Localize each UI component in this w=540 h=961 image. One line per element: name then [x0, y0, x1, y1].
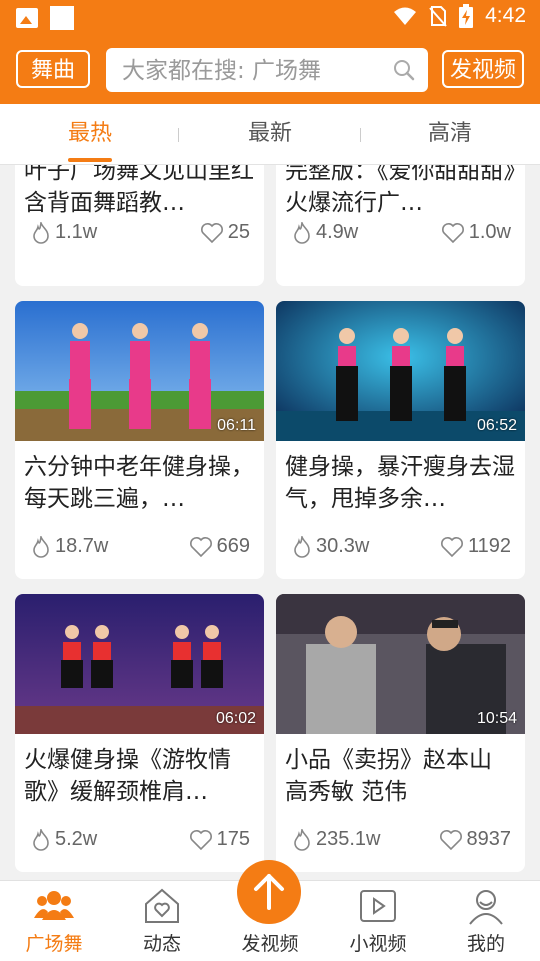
flame-icon: [33, 828, 49, 851]
play-box-icon: [360, 890, 396, 922]
flame-icon: [33, 221, 49, 244]
nav-feed[interactable]: 动态: [108, 881, 216, 961]
flame-icon: [294, 221, 310, 244]
view-count: 235.1w: [316, 828, 381, 850]
nav-mine[interactable]: 我的: [432, 881, 540, 961]
active-tab-indicator: [68, 158, 112, 162]
status-bar: 4:42: [0, 0, 540, 36]
video-stats: 1.1w 25: [15, 221, 264, 249]
nav-label: 小视频: [349, 933, 407, 955]
heart-icon: [439, 829, 462, 850]
flame-icon: [294, 535, 310, 558]
notification-square-icon: [50, 6, 74, 30]
people-icon: [34, 891, 74, 920]
view-count: 18.7w: [55, 535, 109, 557]
dance-music-button[interactable]: 舞曲: [16, 50, 90, 88]
video-card[interactable]: 10:54 小品《卖拐》赵本山 高秀敏 范伟 235.1w 8937: [276, 594, 525, 872]
like-count: 1192: [467, 535, 511, 557]
nav-label: 发视频: [241, 933, 299, 955]
like-count: 25: [227, 221, 250, 243]
post-video-fab[interactable]: [237, 860, 301, 924]
feed-tabs: 最热 最新 高清: [0, 104, 540, 165]
no-sim-icon: [429, 6, 447, 27]
video-feed[interactable]: 叶子广场舞又见山里红 含背面舞蹈教… 1.1w 25 完整版：《爱你甜甜甜》火爆…: [0, 165, 540, 880]
nav-label: 广场舞: [25, 933, 83, 955]
view-count: 4.9w: [316, 221, 359, 243]
like-count: 8937: [466, 828, 512, 850]
like-count: 669: [216, 535, 250, 557]
tab-divider: [178, 128, 179, 142]
heart-icon: [189, 536, 212, 557]
video-card[interactable]: 06:52 健身操，暴汗瘦身去湿气，甩掉多余… 30.3w 1192: [276, 301, 525, 579]
top-bar: 舞曲 发视频: [0, 36, 540, 104]
video-card[interactable]: 叶子广场舞又见山里红 含背面舞蹈教… 1.1w 25: [15, 165, 264, 286]
video-title[interactable]: 完整版：《爱你甜甜甜》火爆流行广…: [285, 165, 517, 219]
like-button[interactable]: 8937: [439, 828, 512, 851]
heart-icon: [440, 536, 463, 557]
search-box[interactable]: [106, 48, 428, 92]
like-button[interactable]: 1192: [440, 535, 511, 558]
video-stats: 18.7w 669: [15, 535, 264, 563]
video-stats: 5.2w 175: [15, 828, 264, 856]
home-heart-icon: [145, 888, 179, 923]
like-count: 175: [216, 828, 250, 850]
wifi-icon: [394, 7, 417, 25]
upload-arrow-icon: [254, 874, 284, 910]
user-icon: [469, 890, 503, 925]
search-input[interactable]: [120, 54, 384, 88]
like-button[interactable]: 669: [189, 535, 250, 558]
heart-icon: [441, 222, 464, 243]
video-title[interactable]: 叶子广场舞又见山里红 含背面舞蹈教…: [24, 165, 256, 219]
video-title[interactable]: 六分钟中老年健身操，每天跳三遍，…: [24, 451, 256, 515]
video-card[interactable]: 完整版：《爱你甜甜甜》火爆流行广… 4.9w 1.0w: [276, 165, 525, 286]
nav-label: 动态: [142, 933, 181, 955]
search-icon[interactable]: [392, 58, 416, 82]
video-stats: 4.9w 1.0w: [276, 221, 525, 249]
view-count: 5.2w: [55, 828, 98, 850]
video-title[interactable]: 小品《卖拐》赵本山 高秀敏 范伟: [285, 744, 517, 808]
tab-hd[interactable]: 高清: [360, 104, 540, 164]
gallery-notification-icon: [16, 8, 38, 28]
like-button[interactable]: 175: [189, 828, 250, 851]
view-count: 30.3w: [316, 535, 370, 557]
view-count: 1.1w: [55, 221, 98, 243]
like-button[interactable]: 25: [200, 221, 250, 244]
video-card[interactable]: 06:02 火爆健身操《游牧情歌》缓解颈椎肩… 5.2w 175: [15, 594, 264, 872]
clock-time: 4:42: [485, 4, 526, 27]
video-title[interactable]: 健身操，暴汗瘦身去湿气，甩掉多余…: [285, 451, 517, 515]
video-stats: 30.3w 1192: [276, 535, 525, 563]
video-stats: 235.1w 8937: [276, 828, 525, 856]
nav-square-dance[interactable]: 广场舞: [0, 881, 108, 961]
video-title[interactable]: 火爆健身操《游牧情歌》缓解颈椎肩…: [24, 744, 256, 808]
battery-charging-icon: [459, 4, 474, 28]
video-card[interactable]: 06:11 六分钟中老年健身操，每天跳三遍，… 18.7w 669: [15, 301, 264, 579]
post-video-button[interactable]: 发视频: [442, 50, 524, 88]
nav-label: 我的: [466, 933, 505, 955]
nav-short-video[interactable]: 小视频: [324, 881, 432, 961]
like-button[interactable]: 1.0w: [441, 221, 511, 244]
flame-icon: [33, 535, 49, 558]
like-count: 1.0w: [468, 221, 511, 243]
flame-icon: [294, 828, 310, 851]
heart-icon: [189, 829, 212, 850]
tab-newest[interactable]: 最新: [180, 104, 360, 164]
heart-icon: [200, 222, 223, 243]
tab-hottest[interactable]: 最热: [0, 104, 180, 164]
